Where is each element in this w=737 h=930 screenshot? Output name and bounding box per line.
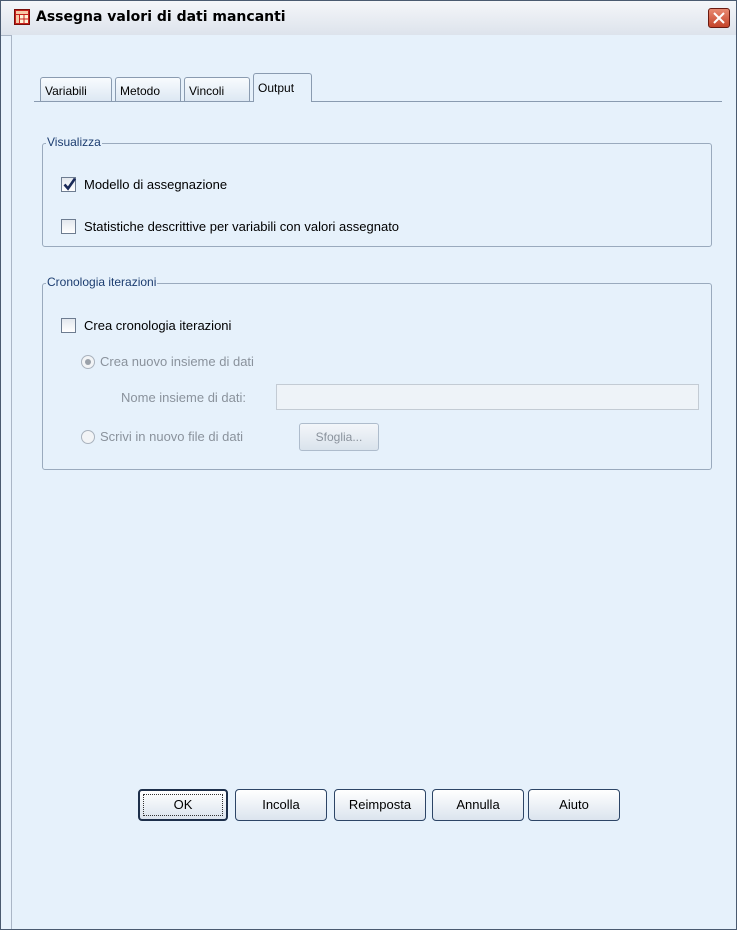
group-visualizza-legend: Visualizza xyxy=(46,135,102,149)
tab-label: Variabili xyxy=(45,84,87,98)
tab-label: Vincoli xyxy=(189,84,225,98)
tab-panel-border xyxy=(34,101,722,102)
new-file-radio[interactable] xyxy=(81,430,95,444)
tab-variabili[interactable]: Variabili xyxy=(40,77,112,101)
reset-label: Reimposta xyxy=(348,797,412,812)
stats-checkbox[interactable] xyxy=(61,219,76,234)
create-history-checkbox[interactable] xyxy=(61,318,76,333)
ok-button[interactable]: OK xyxy=(138,789,228,821)
paste-label: Incolla xyxy=(262,797,300,812)
new-dataset-radio[interactable] xyxy=(81,355,95,369)
new-dataset-label: Crea nuovo insieme di dati xyxy=(100,354,254,369)
close-button[interactable] xyxy=(708,8,730,28)
title-bar: Assegna valori di dati mancanti xyxy=(1,1,736,36)
tab-output[interactable]: Output xyxy=(253,73,312,102)
reset-button[interactable]: Reimposta xyxy=(334,789,426,821)
help-label: Aiuto xyxy=(559,797,589,812)
browse-button[interactable]: Sfoglia... xyxy=(299,423,379,451)
close-icon xyxy=(713,12,725,24)
tab-label: Metodo xyxy=(120,84,161,98)
help-button[interactable]: Aiuto xyxy=(528,789,620,821)
window-title: Assegna valori di dati mancanti xyxy=(36,9,286,25)
group-cronologia: Cronologia iterazioni Crea cronologia it… xyxy=(42,275,712,470)
dialog-window: Assegna valori di dati mancanti Variabil… xyxy=(0,0,737,930)
tab-metodo[interactable]: Metodo xyxy=(115,77,181,101)
group-visualizza: Visualizza Modello di assegnazione Stati… xyxy=(42,135,712,247)
tab-vincoli[interactable]: Vincoli xyxy=(184,77,250,101)
dataset-name-label: Nome insieme di dati: xyxy=(121,390,246,405)
paste-button[interactable]: Incolla xyxy=(235,789,327,821)
model-label: Modello di assegnazione xyxy=(84,177,228,192)
group-cronologia-legend: Cronologia iterazioni xyxy=(46,275,158,289)
dataset-name-field[interactable] xyxy=(276,384,699,410)
check-icon xyxy=(63,177,77,191)
model-checkbox[interactable] xyxy=(61,177,77,192)
stats-label: Statistiche descrittive per variabili co… xyxy=(84,219,400,234)
cancel-label: Annulla xyxy=(456,797,500,812)
browse-label: Sfoglia... xyxy=(315,430,363,444)
ok-label: OK xyxy=(173,797,193,812)
create-history-label: Crea cronologia iterazioni xyxy=(84,318,232,333)
cancel-button[interactable]: Annulla xyxy=(432,789,524,821)
tab-label: Output xyxy=(258,81,295,95)
new-file-label: Scrivi in nuovo file di dati xyxy=(100,429,244,444)
table-grid-icon xyxy=(14,9,30,25)
radio-dot xyxy=(85,359,91,365)
